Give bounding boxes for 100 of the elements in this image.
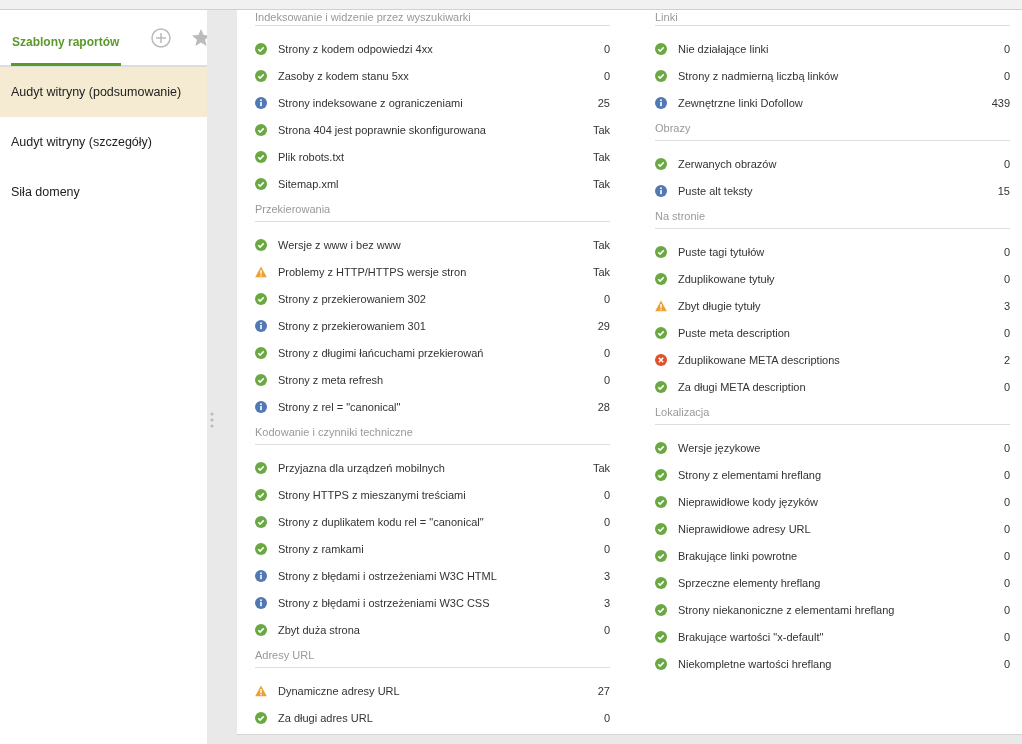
- add-icon[interactable]: [151, 27, 172, 48]
- check-value: 15: [997, 184, 1010, 197]
- check-label[interactable]: Nie działające linki: [678, 42, 1004, 55]
- check-label[interactable]: Nieprawidłowe adresy URL: [678, 522, 1004, 535]
- section-heading: Linki: [655, 10, 1010, 26]
- check-value: 29: [597, 319, 610, 332]
- check-value: 0: [1003, 157, 1010, 170]
- check-circle-icon: [255, 177, 267, 190]
- check-value: 0: [1003, 272, 1010, 285]
- check-value: 439: [991, 96, 1010, 109]
- check-label[interactable]: Dynamiczne adresy URL: [278, 684, 598, 697]
- check-value: 0: [1003, 441, 1010, 454]
- check-circle-icon: [255, 515, 267, 528]
- check-circle-icon: [655, 657, 667, 670]
- check-label[interactable]: Strony z rel = "canonical": [278, 400, 598, 413]
- check-label[interactable]: Brakujące wartości "x-default": [678, 630, 1004, 643]
- check-value: 0: [1003, 495, 1010, 508]
- check-label[interactable]: Problemy z HTTP/HTTPS wersje stron: [278, 265, 593, 278]
- check-label[interactable]: Puste alt teksty: [678, 184, 998, 197]
- section-heading: Obrazy: [655, 116, 1010, 141]
- check-label[interactable]: Puste meta description: [678, 326, 1004, 339]
- check-circle-icon: [655, 441, 667, 454]
- check-label[interactable]: Strony z ramkami: [278, 542, 604, 555]
- check-value: 0: [603, 623, 610, 636]
- check-label[interactable]: Strony z błędami i ostrzeżeniami W3C CSS: [278, 596, 604, 609]
- check-label[interactable]: Strony z elementami hreflang: [678, 468, 1004, 481]
- check-value: 3: [603, 569, 610, 582]
- check-value: Tak: [592, 265, 610, 278]
- check-circle-icon: [255, 123, 267, 136]
- info-icon: [255, 319, 267, 332]
- check-circle-icon: [655, 630, 667, 643]
- info-icon: [255, 569, 267, 582]
- check-circle-icon: [255, 461, 267, 474]
- check-value: Tak: [592, 461, 610, 474]
- check-circle-icon: [255, 238, 267, 251]
- check-value: Tak: [592, 238, 610, 251]
- warning-icon: [255, 265, 267, 278]
- check-label[interactable]: Strona 404 jest poprawnie skonfigurowana: [278, 123, 593, 136]
- drag-handle-icon[interactable]: [210, 412, 214, 428]
- check-circle-icon: [255, 346, 267, 359]
- check-circle-icon: [655, 326, 667, 339]
- check-label[interactable]: Sitemap.xml: [278, 177, 593, 190]
- check-value: Tak: [592, 150, 610, 163]
- check-label[interactable]: Zduplikowane META descriptions: [678, 353, 1004, 366]
- check-label[interactable]: Zerwanych obrazów: [678, 157, 1004, 170]
- check-label[interactable]: Zduplikowane tytuły: [678, 272, 1004, 285]
- check-circle-icon: [655, 69, 667, 82]
- check-label[interactable]: Za długi adres URL: [278, 711, 604, 724]
- check-circle-icon: [255, 711, 267, 724]
- check-label[interactable]: Nieprawidłowe kody języków: [678, 495, 1004, 508]
- check-label[interactable]: Plik robots.txt: [278, 150, 593, 163]
- check-circle-icon: [655, 603, 667, 616]
- check-label[interactable]: Strony z nadmierną liczbą linków: [678, 69, 1004, 82]
- check-label[interactable]: Strony indeksowane z ograniczeniami: [278, 96, 598, 109]
- warning-icon: [255, 684, 267, 697]
- star-icon[interactable]: [191, 27, 207, 48]
- check-circle-icon: [255, 292, 267, 305]
- info-icon: [255, 400, 267, 413]
- check-value: 0: [603, 711, 610, 724]
- check-label[interactable]: Strony z przekierowaniem 302: [278, 292, 604, 305]
- check-label[interactable]: Strony z meta refresh: [278, 373, 604, 386]
- check-label[interactable]: Strony z duplikatem kodu rel = "canonical": [278, 515, 604, 528]
- check-label[interactable]: Strony z przekierowaniem 301: [278, 319, 598, 332]
- section-heading: Indeksowanie i widzenie przez wyszukiwarki: [255, 10, 610, 26]
- section-heading: Przekierowania: [255, 197, 610, 222]
- report-template-item[interactable]: Audyt witryny (szczegóły): [0, 117, 207, 167]
- report-template-item[interactable]: Siła domeny: [0, 167, 207, 217]
- check-label[interactable]: Sprzeczne elementy hreflang: [678, 576, 1004, 589]
- check-label[interactable]: Zasoby z kodem stanu 5xx: [278, 69, 604, 82]
- section-heading: Kodowanie i czynniki techniczne: [255, 420, 610, 445]
- check-value: 0: [603, 346, 610, 359]
- check-value: 0: [1003, 549, 1010, 562]
- check-label[interactable]: Za długi META description: [678, 380, 1004, 393]
- check-circle-icon: [255, 42, 267, 55]
- check-label[interactable]: Strony niekanoniczne z elementami hreflang: [678, 603, 1004, 616]
- check-label[interactable]: Wersje językowe: [678, 441, 1004, 454]
- report-template-item[interactable]: Audyt witryny (podsumowanie): [0, 67, 207, 117]
- check-label[interactable]: Puste tagi tytułów: [678, 245, 1004, 258]
- check-circle-icon: [255, 373, 267, 386]
- check-label[interactable]: Zewnętrzne linki Dofollow: [678, 96, 992, 109]
- check-label[interactable]: Brakujące linki powrotne: [678, 549, 1004, 562]
- check-value: 2: [1003, 353, 1010, 366]
- check-circle-icon: [655, 245, 667, 258]
- check-circle-icon: [255, 542, 267, 555]
- check-label[interactable]: Wersje z www i bez www: [278, 238, 593, 251]
- check-label[interactable]: Zbyt długie tytuły: [678, 299, 1004, 312]
- check-label[interactable]: Niekompletne wartości hreflang: [678, 657, 1004, 670]
- check-value: 0: [1003, 576, 1010, 589]
- check-circle-icon: [655, 576, 667, 589]
- check-value: 0: [603, 69, 610, 82]
- check-value: 0: [603, 542, 610, 555]
- check-value: 0: [603, 488, 610, 501]
- check-label[interactable]: Strony HTTPS z mieszanymi treściami: [278, 488, 604, 501]
- check-label[interactable]: Zbyt duża strona: [278, 623, 604, 636]
- check-label[interactable]: Strony z kodem odpowiedzi 4xx: [278, 42, 604, 55]
- check-circle-icon: [255, 623, 267, 636]
- check-circle-icon: [655, 42, 667, 55]
- check-label[interactable]: Strony z długimi łańcuchami przekierowań: [278, 346, 604, 359]
- check-label[interactable]: Przyjazna dla urządzeń mobilnych: [278, 461, 593, 474]
- check-label[interactable]: Strony z błędami i ostrzeżeniami W3C HTML: [278, 569, 604, 582]
